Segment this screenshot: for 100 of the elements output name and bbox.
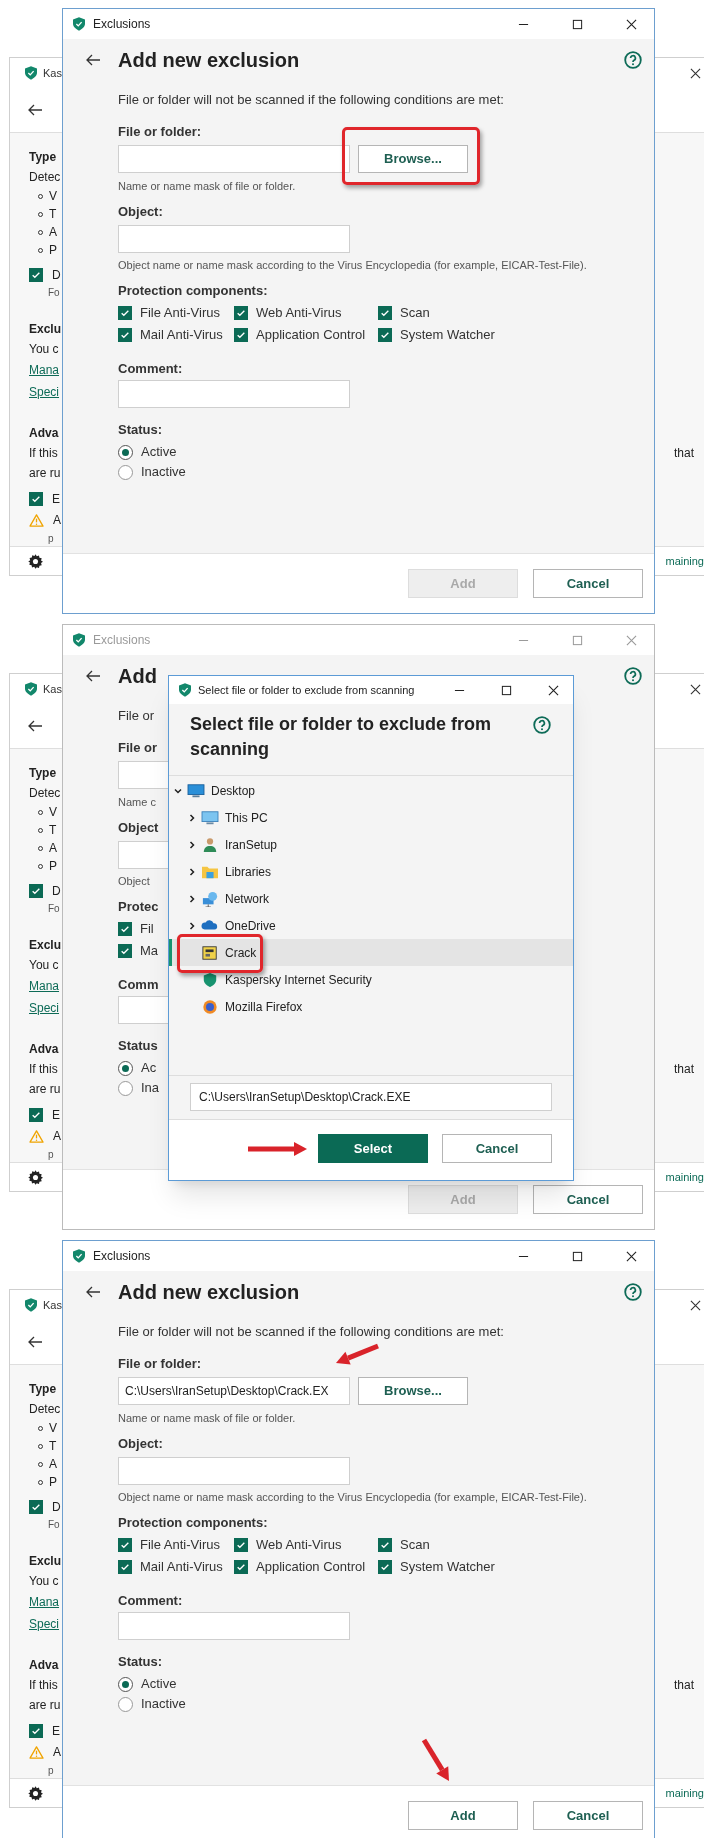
path-field[interactable]: C:\Users\IranSetup\Desktop\Crack.EXE xyxy=(190,1083,552,1111)
tree-item[interactable]: Network xyxy=(169,885,573,912)
select-button[interactable]: Select xyxy=(318,1134,428,1163)
object-field[interactable] xyxy=(118,225,350,253)
back-arrow-icon xyxy=(85,54,101,66)
hint-text: Object name or name mask according to the Virus Encyclopedia (for example, EICAR-Test-File). xyxy=(118,258,587,272)
link[interactable]: Speci xyxy=(29,999,60,1017)
checkbox[interactable] xyxy=(378,328,392,342)
person-icon xyxy=(201,836,219,853)
radio-button[interactable] xyxy=(118,464,133,480)
file-path-field[interactable]: C:\Users\IranSetup\Desktop\Crack.EX xyxy=(118,1377,350,1405)
field-label: File or folder: xyxy=(118,1355,202,1373)
checkbox[interactable] xyxy=(234,328,248,342)
checkbox-label: Mail Anti-Virus xyxy=(140,1558,223,1577)
settings-icon[interactable] xyxy=(27,552,44,570)
link[interactable]: Mana xyxy=(29,361,60,379)
help-icon[interactable] xyxy=(624,51,642,69)
tree-item[interactable]: OneDrive xyxy=(169,912,573,939)
list-text: A xyxy=(49,224,57,241)
checkbox[interactable] xyxy=(118,328,132,342)
checkbox[interactable] xyxy=(29,1108,43,1122)
chevron-icon[interactable] xyxy=(187,893,197,904)
checkbox[interactable] xyxy=(118,1560,132,1574)
chevron-icon[interactable] xyxy=(187,839,197,850)
check-icon xyxy=(380,1562,390,1572)
object-field[interactable] xyxy=(118,1457,350,1485)
checkbox[interactable] xyxy=(29,884,43,898)
help-icon[interactable] xyxy=(624,1283,642,1301)
chevron-icon[interactable] xyxy=(187,812,197,823)
checkbox-label: Web Anti-Virus xyxy=(256,304,342,323)
cancel-button[interactable]: Cancel xyxy=(533,1801,643,1830)
field-label: Protec xyxy=(118,898,159,916)
close-icon xyxy=(547,684,559,696)
tree-item[interactable]: Mozilla Firefox xyxy=(169,993,573,1020)
checkbox-label: File Anti-Virus xyxy=(140,1536,220,1555)
checkbox[interactable] xyxy=(378,306,392,320)
checkbox-label: Scan xyxy=(400,304,430,323)
browse-button[interactable]: Browse... xyxy=(358,1377,468,1405)
radio-button[interactable] xyxy=(118,1080,133,1096)
list-text: V xyxy=(49,1420,57,1437)
check-icon xyxy=(120,924,130,934)
checkbox[interactable] xyxy=(234,306,248,320)
checkbox[interactable] xyxy=(118,1538,132,1552)
pointer-arrow xyxy=(336,1343,379,1365)
radio-button[interactable] xyxy=(118,1676,133,1692)
checkbox[interactable] xyxy=(29,492,43,506)
checkbox[interactable] xyxy=(118,306,132,320)
file-path-field[interactable] xyxy=(118,145,350,173)
tree-item[interactable]: Kaspersky Internet Security xyxy=(169,966,573,993)
radio-button[interactable] xyxy=(118,1696,133,1712)
tree-item[interactable]: IranSetup xyxy=(169,831,573,858)
checkbox[interactable] xyxy=(118,922,132,936)
tree-item[interactable]: Libraries xyxy=(169,858,573,885)
list-text: A xyxy=(49,1456,57,1473)
dialog-heading: Add xyxy=(118,664,157,689)
body-text: You c xyxy=(29,1573,59,1590)
cancel-button[interactable]: Cancel xyxy=(533,569,643,598)
description-text: File or folder will not be scanned if the following conditions are met: xyxy=(118,91,504,109)
check-icon xyxy=(120,308,130,318)
cancel-button[interactable]: Cancel xyxy=(442,1134,552,1163)
tree-item[interactable]: Crack xyxy=(169,939,573,966)
comment-field[interactable] xyxy=(118,380,350,408)
checkbox[interactable] xyxy=(378,1538,392,1552)
checkbox[interactable] xyxy=(118,944,132,958)
settings-icon[interactable] xyxy=(27,1784,44,1802)
checkbox[interactable] xyxy=(378,1560,392,1574)
radio-button[interactable] xyxy=(118,444,133,460)
check-icon xyxy=(31,1110,41,1120)
check-icon xyxy=(380,330,390,340)
checkbox[interactable] xyxy=(29,1724,43,1738)
chevron-icon[interactable] xyxy=(187,920,197,931)
help-icon[interactable] xyxy=(533,716,551,734)
checkbox[interactable] xyxy=(29,268,43,282)
add-button[interactable]: Add xyxy=(408,1801,518,1830)
link[interactable]: Mana xyxy=(29,977,60,995)
link[interactable]: Mana xyxy=(29,1593,60,1611)
field-label: Protection components: xyxy=(118,1514,268,1532)
browse-button[interactable]: Browse... xyxy=(358,145,468,173)
check-icon xyxy=(120,946,130,956)
cancel-button[interactable]: Cancel xyxy=(533,1185,643,1214)
link[interactable]: Speci xyxy=(29,1615,60,1633)
tree-item[interactable]: This PC xyxy=(169,804,573,831)
checkbox[interactable] xyxy=(234,1560,248,1574)
tree-item[interactable]: Desktop xyxy=(169,777,573,804)
radio-button[interactable] xyxy=(118,1060,133,1076)
shield-icon xyxy=(25,66,37,80)
checkbox-label: E xyxy=(52,491,60,508)
link[interactable]: Speci xyxy=(29,383,60,401)
close-icon xyxy=(625,18,637,30)
checkbox[interactable] xyxy=(234,1538,248,1552)
pointer-arrow xyxy=(248,1142,307,1156)
checkbox[interactable] xyxy=(29,1500,43,1514)
section-heading: Adva xyxy=(29,1041,59,1058)
settings-icon[interactable] xyxy=(27,1168,44,1186)
chevron-icon[interactable] xyxy=(187,866,197,877)
warning-icon xyxy=(29,1745,44,1759)
comment-field[interactable] xyxy=(118,1612,350,1640)
help-icon[interactable] xyxy=(624,667,642,685)
checkbox-label: E xyxy=(52,1723,60,1740)
checkbox-label: System Watcher xyxy=(400,326,495,345)
